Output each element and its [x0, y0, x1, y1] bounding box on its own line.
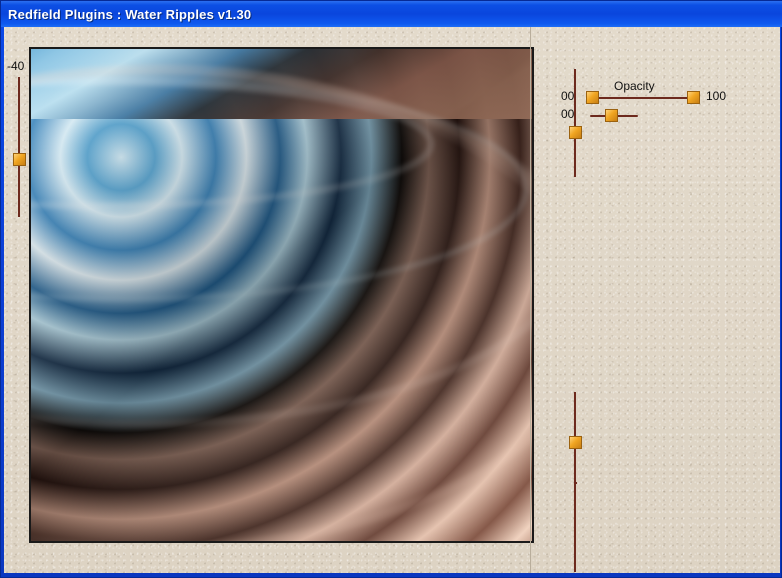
opacity-handle-left[interactable]	[586, 91, 599, 104]
vertical-slider-lower-tick	[575, 482, 577, 484]
preview-frame[interactable]	[29, 47, 534, 543]
left-ruler-track[interactable]	[18, 77, 20, 217]
title-bar: Redfield Plugins : Water Ripples v1.30	[1, 1, 782, 27]
left-ruler-value: -40	[7, 59, 24, 73]
preview-pane: -05 00 -40	[4, 27, 530, 573]
opacity-second-handle[interactable]	[605, 109, 618, 122]
vertical-slider-upper-track[interactable]	[574, 69, 576, 177]
left-ruler-handle[interactable]	[13, 153, 26, 166]
window-title: Redfield Plugins : Water Ripples v1.30	[1, 7, 251, 22]
opacity-handle-right[interactable]	[687, 91, 700, 104]
opacity-track[interactable]	[590, 97, 692, 99]
opacity-right-value: 100	[706, 89, 726, 103]
vertical-slider-lower-handle[interactable]	[569, 436, 582, 449]
opacity-left-value: 00	[561, 89, 574, 103]
opacity-second-value: 00	[561, 107, 574, 121]
plugin-window: Redfield Plugins : Water Ripples v1.30 -…	[0, 0, 782, 578]
controls-pane: www.redfieldplugins.com ? Opacity 00 100…	[530, 27, 780, 573]
vertical-slider-upper-handle[interactable]	[569, 126, 582, 139]
water-ripples-preview-image	[31, 49, 532, 541]
opacity-label: Opacity	[614, 79, 655, 93]
client-area: -05 00 -40	[4, 27, 780, 573]
